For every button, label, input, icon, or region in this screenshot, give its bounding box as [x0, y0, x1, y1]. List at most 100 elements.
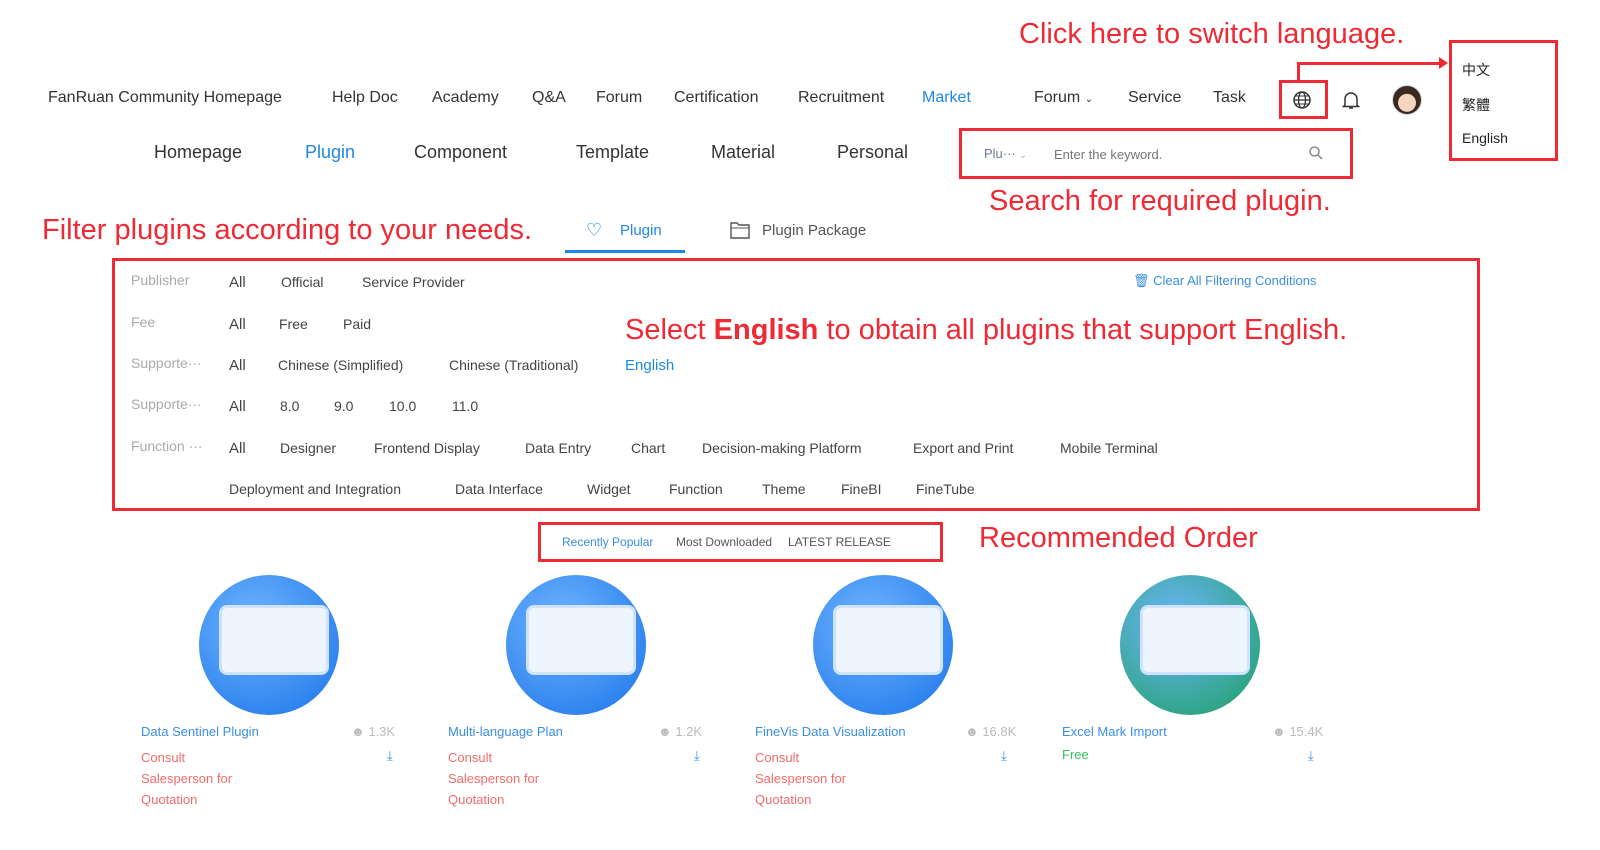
lang-option-en[interactable]: English [1462, 130, 1508, 146]
view-count: ☻ 1.2K [658, 724, 702, 739]
nav-certification[interactable]: Certification [674, 89, 758, 107]
filter-option[interactable]: All [229, 357, 246, 374]
filter-option[interactable]: Chinese (Traditional) [449, 357, 578, 373]
plugin-card[interactable]: FineVis Data Visualization ☻ 16.8K ⤓ Cons… [755, 570, 1017, 810]
filter-option[interactable]: Designer [280, 440, 336, 456]
nav-forum-dropdown[interactable]: Forum ⌄ [1034, 89, 1093, 107]
price-text: Consult [141, 750, 186, 765]
filter-option[interactable]: 11.0 [452, 398, 478, 414]
view-count-value: 1.3K [368, 724, 396, 739]
filter-option[interactable]: FineTube [916, 481, 975, 497]
annotation-filter: Filter plugins according to your needs. [42, 214, 533, 246]
filter-option[interactable]: English [625, 357, 674, 374]
tab-plugin[interactable]: Plugin [620, 222, 662, 239]
filter-option[interactable]: 8.0 [280, 398, 299, 414]
price-text: Consult [755, 750, 800, 765]
filter-option[interactable]: Mobile Terminal [1060, 440, 1158, 456]
filter-label: Supporte··· [131, 355, 202, 371]
annotation-bold: English [713, 314, 819, 346]
filter-option[interactable]: 9.0 [334, 398, 353, 414]
filter-option[interactable]: Export and Print [913, 440, 1013, 456]
plugin-card[interactable]: Data Sentinel Plugin ☻ 1.3K ⤓ Consult Sale… [141, 570, 401, 810]
plugin-title[interactable]: Excel Mark Import [1062, 724, 1167, 739]
sort-recently-popular[interactable]: Recently Popular [562, 535, 653, 549]
globe-icon[interactable] [1292, 90, 1312, 110]
avatar[interactable] [1392, 85, 1422, 115]
annotation-order: Recommended Order [979, 522, 1258, 554]
puzzle-icon: ♡ [586, 220, 603, 240]
subnav-component[interactable]: Component [414, 142, 507, 163]
filter-label: Fee [131, 314, 156, 330]
filter-option[interactable]: Function [669, 481, 723, 497]
filter-option[interactable]: Widget [587, 481, 631, 497]
nav-qa[interactable]: Q&A [532, 89, 566, 107]
price-text: Quotation [141, 792, 198, 807]
price-text: Consult [448, 750, 493, 765]
download-icon[interactable]: ⤓ [694, 748, 700, 764]
search-scope-select[interactable]: Plu··· ⌄ [984, 146, 1027, 161]
filter-option[interactable]: All [229, 398, 246, 415]
subnav-template[interactable]: Template [576, 142, 649, 163]
subnav-material[interactable]: Material [711, 142, 775, 163]
tab-underline [565, 250, 685, 253]
view-count-value: 16.8K [982, 724, 1017, 739]
filter-option[interactable]: FineBI [841, 481, 881, 497]
filter-option[interactable]: 10.0 [389, 398, 416, 414]
filter-option[interactable]: Theme [762, 481, 806, 497]
nav-homepage[interactable]: FanRuan Community Homepage [48, 89, 282, 107]
tab-plugin-package[interactable]: Plugin Package [762, 222, 866, 239]
download-icon[interactable]: ⤓ [1308, 748, 1314, 764]
download-icon[interactable]: ⤓ [387, 748, 393, 764]
filter-option[interactable]: Deployment and Integration [229, 481, 401, 497]
filter-option[interactable]: Chinese (Simplified) [278, 357, 403, 373]
forum-label: Forum [1034, 89, 1081, 106]
plugin-card[interactable]: Multi-language Plan ☻ 1.2K ⤓ Consult Sales… [448, 570, 708, 810]
plugin-card[interactable]: Excel Mark Import ☻ 15.4K ⤓ Free [1062, 570, 1323, 810]
filter-option[interactable]: Service Provider [362, 274, 465, 290]
annotation-language: Click here to switch language. [1019, 18, 1405, 50]
filter-option[interactable]: Paid [343, 316, 371, 332]
filter-option[interactable]: Free [279, 316, 308, 332]
nav-task[interactable]: Task [1213, 89, 1246, 107]
connector-line [1297, 62, 1443, 65]
filter-label: Publisher [131, 272, 190, 288]
sort-most-downloaded[interactable]: Most Downloaded [676, 535, 772, 549]
nav-recruitment[interactable]: Recruitment [798, 89, 884, 107]
lang-option-zh-cn[interactable]: 中文 [1462, 60, 1490, 80]
filter-option[interactable]: Data Interface [455, 481, 543, 497]
nav-academy[interactable]: Academy [432, 89, 499, 107]
bell-icon[interactable] [1342, 90, 1360, 110]
filter-option[interactable]: Chart [631, 440, 665, 456]
download-icon[interactable]: ⤓ [1001, 748, 1007, 764]
filter-label: Function ··· [131, 438, 203, 454]
plugin-title[interactable]: FineVis Data Visualization [755, 724, 906, 739]
subnav-personal[interactable]: Personal [837, 142, 908, 163]
search-icon[interactable] [1308, 145, 1324, 161]
filter-option[interactable]: Official [281, 274, 324, 290]
filter-option[interactable]: Data Entry [525, 440, 591, 456]
search-input[interactable] [1054, 142, 1284, 166]
nav-forum[interactable]: Forum [596, 89, 642, 107]
plugin-illustration-screen [1140, 605, 1250, 675]
subnav-homepage[interactable]: Homepage [154, 142, 242, 163]
clear-filters-label: Clear All Filtering Conditions [1153, 273, 1317, 288]
filter-option[interactable]: All [229, 316, 246, 333]
nav-service[interactable]: Service [1128, 89, 1181, 107]
trash-icon: 🗑 [1133, 273, 1150, 288]
nav-market[interactable]: Market [922, 89, 971, 107]
clear-filters-button[interactable]: 🗑 Clear All Filtering Conditions [1133, 273, 1316, 289]
filter-label: Supporte··· [131, 396, 202, 412]
plugin-title[interactable]: Multi-language Plan [448, 724, 563, 739]
price-text: Free [1062, 747, 1089, 762]
filter-option[interactable]: All [229, 440, 246, 457]
nav-help-doc[interactable]: Help Doc [332, 89, 398, 107]
price-text: Salesperson for [755, 771, 847, 786]
sort-latest-release[interactable]: LATEST RELEASE [788, 535, 891, 549]
filter-option[interactable]: Frontend Display [374, 440, 480, 456]
plugin-title[interactable]: Data Sentinel Plugin [141, 724, 259, 739]
price-text: Quotation [755, 792, 812, 807]
subnav-plugin[interactable]: Plugin [305, 142, 355, 163]
lang-option-zh-tw[interactable]: 繁體 [1462, 95, 1490, 115]
filter-option[interactable]: Decision-making Platform [702, 440, 862, 456]
filter-option[interactable]: All [229, 274, 246, 291]
